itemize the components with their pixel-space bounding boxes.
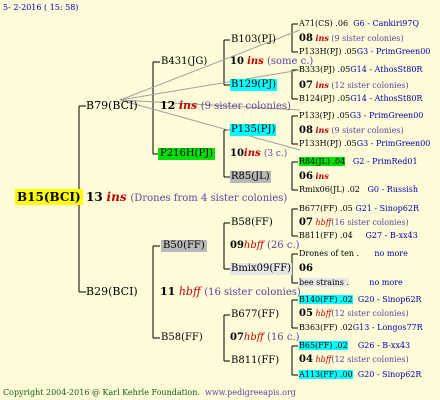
gen4-queen: B65(FF) .02 G26 - B-xx43 <box>299 341 411 350</box>
gen4-drone-info: 04 hbff(12 sister colonies) <box>299 354 409 365</box>
gen3-node[interactable]: R85(JL) <box>230 171 271 183</box>
gen3-node[interactable]: B58(FF) <box>231 217 273 229</box>
root-queen: B15(BCI) <box>15 189 83 205</box>
gen4-drone-info: 06 ins <box>299 171 329 182</box>
gen4-drone-info: 08 ins (9 sister colonies) <box>299 33 404 44</box>
gen4-drone-info: 07 hbff(16 sister colonies) <box>299 217 409 228</box>
gen4-drone-info: 05 hbff(12 sister colonies) <box>299 308 409 319</box>
website-link[interactable]: www.pedigreeapis.org <box>205 388 296 397</box>
gen4-queen: P133H(PJ) .05G3 - PrimGreen00 <box>299 47 431 56</box>
gen1-sire-drone-info: 11 hbff (16 sister colonies) <box>160 285 301 299</box>
copyright: Copyright 2004-2016 @ Karl Kehrle Founda… <box>3 388 296 397</box>
gen4-queen: B333(PJ) .05G14 - AthosSt80R <box>299 65 423 74</box>
gen4-queen: R84(JL) .04 G2 - PrimRed01 <box>299 157 418 166</box>
gen1-sire[interactable]: B29(BCI) <box>86 286 138 298</box>
gen1-dam[interactable]: B79(BCI) <box>86 100 138 112</box>
gen4-queen: P133H(PJ) .05G3 - PrimGreen00 <box>299 139 431 148</box>
gen4-queen: B140(FF) .02 G20 - Sinop62R <box>299 295 422 304</box>
gen3-node[interactable]: B129(PJ) <box>230 79 277 91</box>
gen4-queen: B363(FF) .02G13 - Longos77R <box>299 323 423 332</box>
gen2-node[interactable]: B58(FF) <box>161 332 203 344</box>
gen3-node[interactable]: B103(PJ) <box>231 34 276 46</box>
pedigree-page: 5- 2-2016 ( 15: 58) Copyright 2004-2016 … <box>0 0 440 400</box>
gen4-drone-info: 06 <box>299 263 313 274</box>
gen3-node[interactable]: B811(FF) <box>231 355 279 367</box>
gen3-node[interactable]: B677(FF) <box>231 309 279 321</box>
gen4-drone-info: 08 ins (9 sister colonies) <box>299 125 404 136</box>
gen4-drone-info: 07 ins (12 sister colonies) <box>299 80 409 91</box>
gen2-drone-info: 07hbff (16 c.) <box>230 332 300 343</box>
root-drone-info: 13 ins (Drones from 4 sister colonies) <box>86 190 288 204</box>
gen1-dam-drone-info: 12 ins (9 sister colonies) <box>160 99 291 113</box>
gen4-queen: A71(CS) .06 G6 - Cankiri97Q <box>299 19 420 28</box>
gen3-node[interactable]: Bmix09(FF) <box>230 263 293 275</box>
gen2-node[interactable]: B431(JG) <box>161 56 207 68</box>
gen4-queen: B811(FF) .04 G27 - B-xx43 <box>299 231 418 240</box>
gen4-queen: bee strains . no more <box>299 278 403 287</box>
gen4-queen: B124(PJ) .05G14 - AthosSt80R <box>299 94 423 103</box>
gen4-queen: B677(FF) .05 G21 - Sinop62R <box>299 204 420 213</box>
gen2-node[interactable]: P216H(PJ) <box>158 148 216 160</box>
gen4-queen: Drones of ten . no more <box>299 249 408 258</box>
gen4-queen: P133(PJ) .05G3 - PrimGreen00 <box>299 111 424 120</box>
gen4-queen: A113(FF) .00 G20 - Sinop62R <box>299 370 422 379</box>
generated-date: 5- 2-2016 ( 15: 58) <box>3 3 79 12</box>
gen2-node[interactable]: B50(FF) <box>161 240 207 252</box>
gen2-drone-info: 09hbff (26 c.) <box>230 240 300 251</box>
root-queen-name[interactable]: B15(BCI) <box>15 189 83 205</box>
gen4-queen: Rmix06(JL) .02 G0 - Russish <box>299 185 419 194</box>
gen3-node[interactable]: P135(PJ) <box>230 124 277 136</box>
gen2-drone-info: 10ins (3 c.) <box>230 148 288 159</box>
